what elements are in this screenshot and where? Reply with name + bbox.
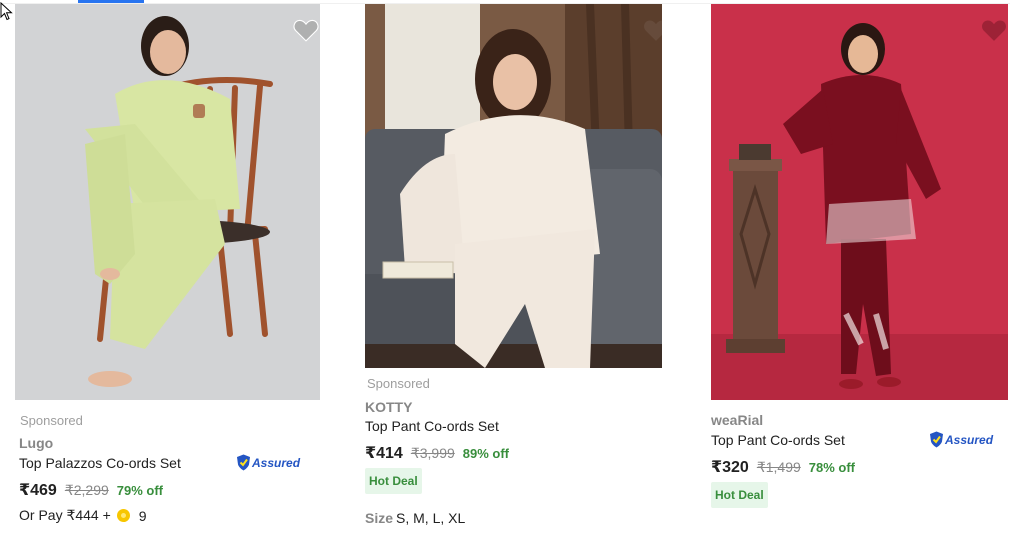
pay-later-offer: Or Pay ₹444 + 9 (19, 507, 147, 524)
price-row: ₹320 ₹1,499 78% off (711, 457, 855, 477)
original-price: ₹3,999 (410, 445, 455, 461)
pay-later-text: Or Pay ₹444 + (19, 507, 111, 523)
sponsored-label: Sponsored (367, 376, 430, 391)
product-title[interactable]: Top Pant Co-ords Set (711, 432, 845, 448)
selling-price: ₹469 (19, 482, 57, 499)
product-image[interactable] (365, 4, 662, 368)
brand-name[interactable]: Lugo (19, 435, 53, 451)
hot-deal-badge: Hot Deal (711, 482, 768, 508)
sponsored-label: Sponsored (20, 413, 83, 428)
hot-deal-badge: Hot Deal (365, 468, 422, 494)
wishlist-heart-icon[interactable] (293, 18, 319, 42)
supercoin-icon (116, 509, 130, 522)
price-row: ₹469 ₹2,299 79% off (19, 480, 163, 500)
mouse-cursor-icon (0, 2, 13, 21)
product-card-lugo[interactable]: Sponsored Lugo Top Palazzos Co-ords Set … (15, 4, 320, 524)
assured-badge: Assured (929, 431, 993, 448)
model-photo-yellow-coords (15, 4, 320, 400)
product-image[interactable] (15, 4, 320, 400)
discount-percent: 79% off (116, 483, 164, 498)
assured-text: Assured (945, 432, 994, 447)
assured-text: Assured (252, 455, 301, 470)
product-image[interactable] (711, 4, 1008, 400)
size-values: S, M, L, XL (396, 510, 466, 526)
original-price: ₹1,499 (756, 459, 801, 475)
coin-count: 9 (138, 507, 147, 524)
wishlist-heart-icon[interactable] (643, 18, 662, 42)
assured-shield-icon (237, 454, 250, 471)
wishlist-heart-icon[interactable] (981, 18, 1007, 42)
original-price: ₹2,299 (64, 482, 109, 498)
size-options: Size S, M, L, XL (365, 510, 465, 526)
brand-name[interactable]: KOTTY (365, 399, 412, 415)
price-row: ₹414 ₹3,999 89% off (365, 443, 509, 463)
discount-percent: 78% off (808, 460, 856, 475)
assured-badge: Assured (236, 454, 300, 471)
model-photo-cream-coords (365, 4, 662, 368)
product-card-kotty[interactable]: Sponsored KOTTY Top Pant Co-ords Set ₹41… (365, 4, 662, 526)
selling-price: ₹414 (365, 445, 403, 462)
product-title[interactable]: Top Palazzos Co-ords Set (19, 455, 181, 471)
size-label: Size (365, 510, 394, 526)
model-photo-maroon-coords (711, 4, 1008, 400)
selling-price: ₹320 (711, 459, 749, 476)
brand-name[interactable]: weaRial (711, 412, 763, 428)
discount-percent: 89% off (462, 446, 510, 461)
product-title[interactable]: Top Pant Co-ords Set (365, 418, 499, 434)
assured-shield-icon (930, 431, 943, 448)
product-card-wearial[interactable]: weaRial Top Pant Co-ords Set Assured ₹32… (711, 4, 1008, 508)
